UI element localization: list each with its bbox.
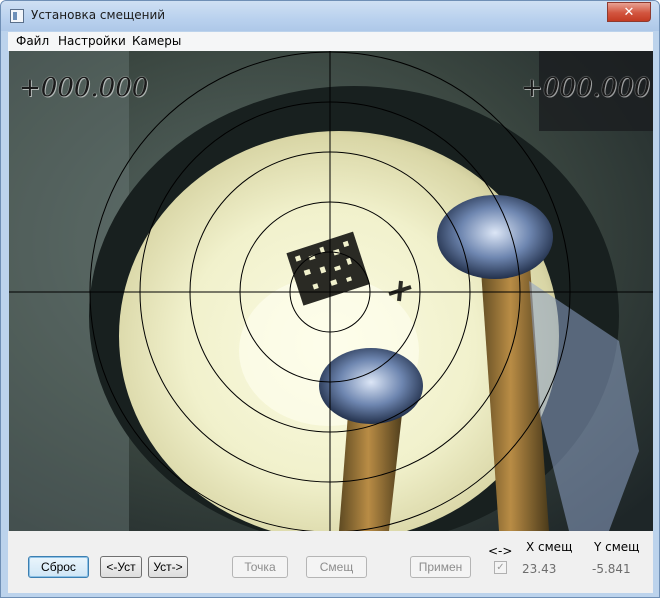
x-offset-label: X смещ [526,540,573,554]
window: Установка смещений ✕ Файл Настройки Каме… [0,0,660,598]
app-icon [10,9,24,23]
y-offset-value: -5.841 [592,562,631,576]
prev-set-button[interactable]: <-Уст [100,556,142,578]
point-button[interactable]: Точка [232,556,288,578]
camera-image [9,51,653,531]
window-title: Установка смещений [31,8,166,22]
menu-settings[interactable]: Настройки [58,34,126,48]
reset-button[interactable]: Сброс [28,556,89,578]
close-button[interactable]: ✕ [607,2,651,22]
coordinate-readout-right: +000.000 [521,73,651,103]
title-bar[interactable]: Установка смещений ✕ [1,1,659,31]
menu-cameras[interactable]: Камеры [132,34,181,48]
swap-label: <-> [488,544,513,558]
x-offset-value: 23.43 [522,562,557,576]
apply-button[interactable]: Примен [410,556,471,578]
swap-checkbox[interactable]: ✓ [494,561,507,574]
camera-view[interactable] [9,51,653,531]
menu-bar: Файл Настройки Камеры [8,32,653,51]
control-panel: Сброс <-Уст Уст-> Точка Смещ Примен <-> … [8,531,653,593]
coordinate-readout-left: +000.000 [19,73,149,103]
offset-button[interactable]: Смещ [306,556,367,578]
y-offset-label: Y смещ [594,540,640,554]
menu-file[interactable]: Файл [16,34,49,48]
next-set-button[interactable]: Уст-> [148,556,188,578]
